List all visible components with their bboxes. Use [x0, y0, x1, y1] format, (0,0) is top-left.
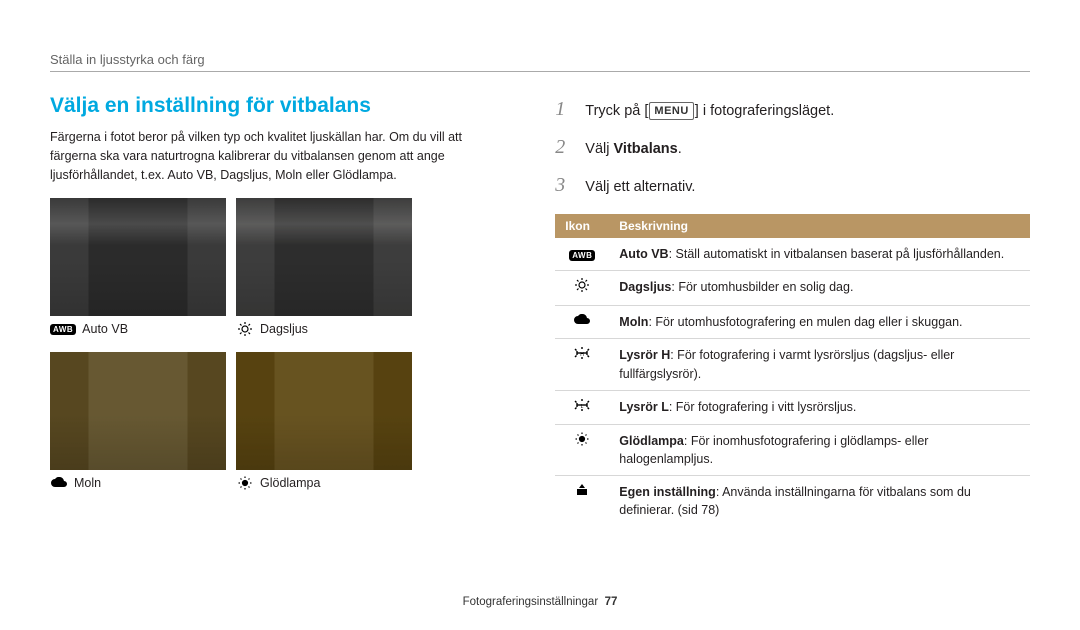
row-bold: Dagsljus: [619, 280, 671, 294]
row-desc-cell: Moln: För utomhusfotografering en mulen …: [609, 306, 1030, 339]
breadcrumb: Ställa in ljusstyrka och färg: [50, 52, 1030, 67]
fluorescent-l-icon: L: [573, 398, 591, 412]
divider: [50, 71, 1030, 72]
page-footer: Fotograferingsinställningar 77: [0, 596, 1080, 608]
row-icon-cell: [555, 476, 609, 527]
wb-table: Ikon Beskrivning AWB Auto VB: Ställ autom…: [555, 214, 1030, 526]
row-bold: Glödlampa: [619, 434, 684, 448]
right-column: 1 Tryck på [MENU] i fotograferingsläget.…: [555, 94, 1030, 526]
footer-label: Fotograferingsinställningar: [463, 596, 599, 608]
fluorescent-h-icon: H: [573, 346, 591, 360]
row-bold: Auto VB: [619, 247, 668, 261]
bulb-icon: [236, 476, 254, 490]
step-3-text: Välj ett alternativ.: [585, 177, 695, 199]
section-heading: Välja en inställning för vitbalans: [50, 94, 475, 118]
awb-icon: AWB: [50, 324, 76, 335]
row-desc-cell: Lysrör H: För fotografering i varmt lysr…: [609, 339, 1030, 390]
step-2-c: .: [678, 141, 682, 157]
row-icon-cell: [555, 424, 609, 475]
thumb-grid: AWB Auto VB Dagsljus Moln: [50, 198, 475, 500]
caption-cloud: Moln: [50, 476, 226, 490]
row-bold: Egen inställning: [619, 485, 716, 499]
menu-button-label: MENU: [649, 102, 693, 121]
caption-autovb-label: Auto VB: [82, 322, 128, 336]
row-icon-cell: AWB: [555, 238, 609, 271]
step-2-b: Vitbalans: [614, 141, 678, 157]
step-1-a: Tryck på [: [585, 103, 648, 119]
step-1-b: ] i fotograferingsläget.: [695, 103, 834, 119]
table-row: Glödlampa: För inomhusfotografering i gl…: [555, 424, 1030, 475]
row-icon-cell: [555, 306, 609, 339]
th-icon: Ikon: [555, 214, 609, 238]
sun-icon: [573, 278, 591, 292]
step-2: 2 Välj Vitbalans.: [555, 132, 1030, 162]
table-row: Egen inställning: Använda inställningarn…: [555, 476, 1030, 527]
row-desc-cell: Auto VB: Ställ automatiskt in vitbalanse…: [609, 238, 1030, 271]
table-row: L Lysrör L: För fotografering i vitt lysr…: [555, 390, 1030, 424]
table-row: Dagsljus: För utomhusbilder en solig dag…: [555, 271, 1030, 306]
row-desc-cell: Egen inställning: Använda inställningarn…: [609, 476, 1030, 527]
cloud-icon: [573, 313, 591, 327]
thumb-autovb: [50, 198, 226, 316]
caption-tungsten: Glödlampa: [236, 476, 412, 490]
footer-page: 77: [605, 596, 618, 608]
step-number: 1: [555, 94, 573, 124]
row-icon-cell: L: [555, 390, 609, 424]
table-row: Moln: För utomhusfotografering en mulen …: [555, 306, 1030, 339]
caption-daylight-label: Dagsljus: [260, 322, 308, 336]
left-column: Välja en inställning för vitbalans Färge…: [50, 94, 475, 526]
step-3: 3 Välj ett alternativ.: [555, 170, 1030, 200]
step-2-text: Välj Vitbalans.: [585, 139, 681, 161]
step-1: 1 Tryck på [MENU] i fotograferingsläget.: [555, 94, 1030, 124]
svg-text:L: L: [581, 404, 584, 410]
row-desc-cell: Glödlampa: För inomhusfotografering i gl…: [609, 424, 1030, 475]
sun-icon: [236, 322, 254, 336]
row-bold: Lysrör L: [619, 400, 669, 414]
thumb-cloud: [50, 352, 226, 470]
table-row: H Lysrör H: För fotografering i varmt lys…: [555, 339, 1030, 390]
awb-icon: AWB: [569, 250, 595, 261]
steps-list: 1 Tryck på [MENU] i fotograferingsläget.…: [555, 94, 1030, 200]
row-icon-cell: [555, 271, 609, 306]
row-desc-cell: Dagsljus: För utomhusbilder en solig dag…: [609, 271, 1030, 306]
step-1-text: Tryck på [MENU] i fotograferingsläget.: [585, 101, 834, 123]
content-columns: Välja en inställning för vitbalans Färge…: [50, 94, 1030, 526]
step-number: 2: [555, 132, 573, 162]
bulb-icon: [573, 432, 591, 446]
row-desc-cell: Lysrör L: För fotografering i vitt lysrö…: [609, 390, 1030, 424]
custom-icon: [573, 483, 591, 497]
th-desc: Beskrivning: [609, 214, 1030, 238]
thumb-daylight: [236, 198, 412, 316]
svg-text:H: H: [580, 352, 584, 358]
row-icon-cell: H: [555, 339, 609, 390]
cloud-icon: [50, 476, 68, 490]
thumb-tungsten: [236, 352, 412, 470]
row-bold: Moln: [619, 315, 648, 329]
table-row: AWB Auto VB: Ställ automatiskt in vitbala…: [555, 238, 1030, 271]
row-bold: Lysrör H: [619, 348, 670, 362]
caption-cloud-label: Moln: [74, 476, 101, 490]
caption-autovb: AWB Auto VB: [50, 322, 226, 336]
step-number: 3: [555, 170, 573, 200]
step-2-a: Välj: [585, 141, 613, 157]
caption-daylight: Dagsljus: [236, 322, 412, 336]
intro-text: Färgerna i fotot beror på vilken typ och…: [50, 128, 475, 184]
caption-tungsten-label: Glödlampa: [260, 476, 320, 490]
